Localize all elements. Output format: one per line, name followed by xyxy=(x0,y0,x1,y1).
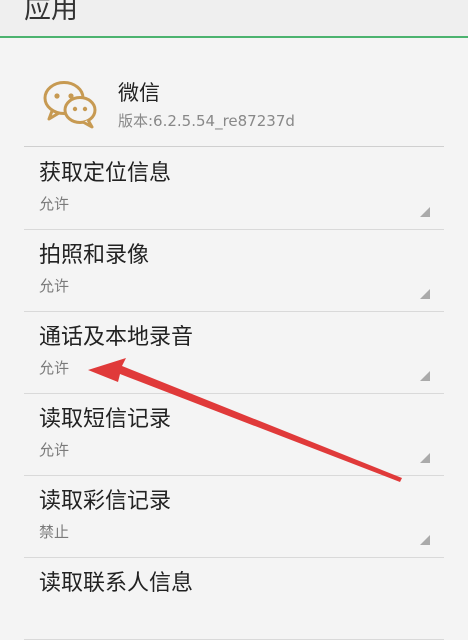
header-title: 应用 xyxy=(24,0,78,25)
permission-mms[interactable]: 读取彩信记录 禁止 xyxy=(24,476,444,558)
permission-value: 允许 xyxy=(39,359,70,377)
permission-value: 允许 xyxy=(39,441,70,459)
permission-title: 获取定位信息 xyxy=(39,161,172,186)
app-name: 微信 xyxy=(118,81,160,105)
permission-title: 读取短信记录 xyxy=(39,407,172,432)
dropdown-caret-icon xyxy=(420,453,430,463)
permission-title: 拍照和录像 xyxy=(39,243,150,268)
app-info: 微信 版本:6.2.5.54_re87237d xyxy=(0,38,468,148)
divider xyxy=(24,146,444,147)
permission-camera[interactable]: 拍照和录像 允许 xyxy=(24,230,444,312)
wechat-icon xyxy=(43,81,97,129)
permission-sms[interactable]: 读取短信记录 允许 xyxy=(24,394,444,476)
permission-list: 获取定位信息 允许 拍照和录像 允许 通话及本地录音 允许 读取短信记录 允许 … xyxy=(0,148,468,640)
permission-title: 通话及本地录音 xyxy=(39,325,194,350)
dropdown-caret-icon xyxy=(420,289,430,299)
permission-value: 允许 xyxy=(39,195,70,213)
permission-title: 读取彩信记录 xyxy=(39,489,172,514)
dropdown-caret-icon xyxy=(420,535,430,545)
permission-location[interactable]: 获取定位信息 允许 xyxy=(24,148,444,230)
permission-value: 允许 xyxy=(39,277,70,295)
permission-contacts[interactable]: 读取联系人信息 xyxy=(24,558,444,640)
app-header: 应用 xyxy=(0,0,468,38)
app-version: 版本:6.2.5.54_re87237d xyxy=(118,112,295,130)
permission-title: 读取联系人信息 xyxy=(39,571,194,596)
dropdown-caret-icon xyxy=(420,371,430,381)
dropdown-caret-icon xyxy=(420,207,430,217)
permission-call-recording[interactable]: 通话及本地录音 允许 xyxy=(24,312,444,394)
permission-value: 禁止 xyxy=(39,523,70,541)
